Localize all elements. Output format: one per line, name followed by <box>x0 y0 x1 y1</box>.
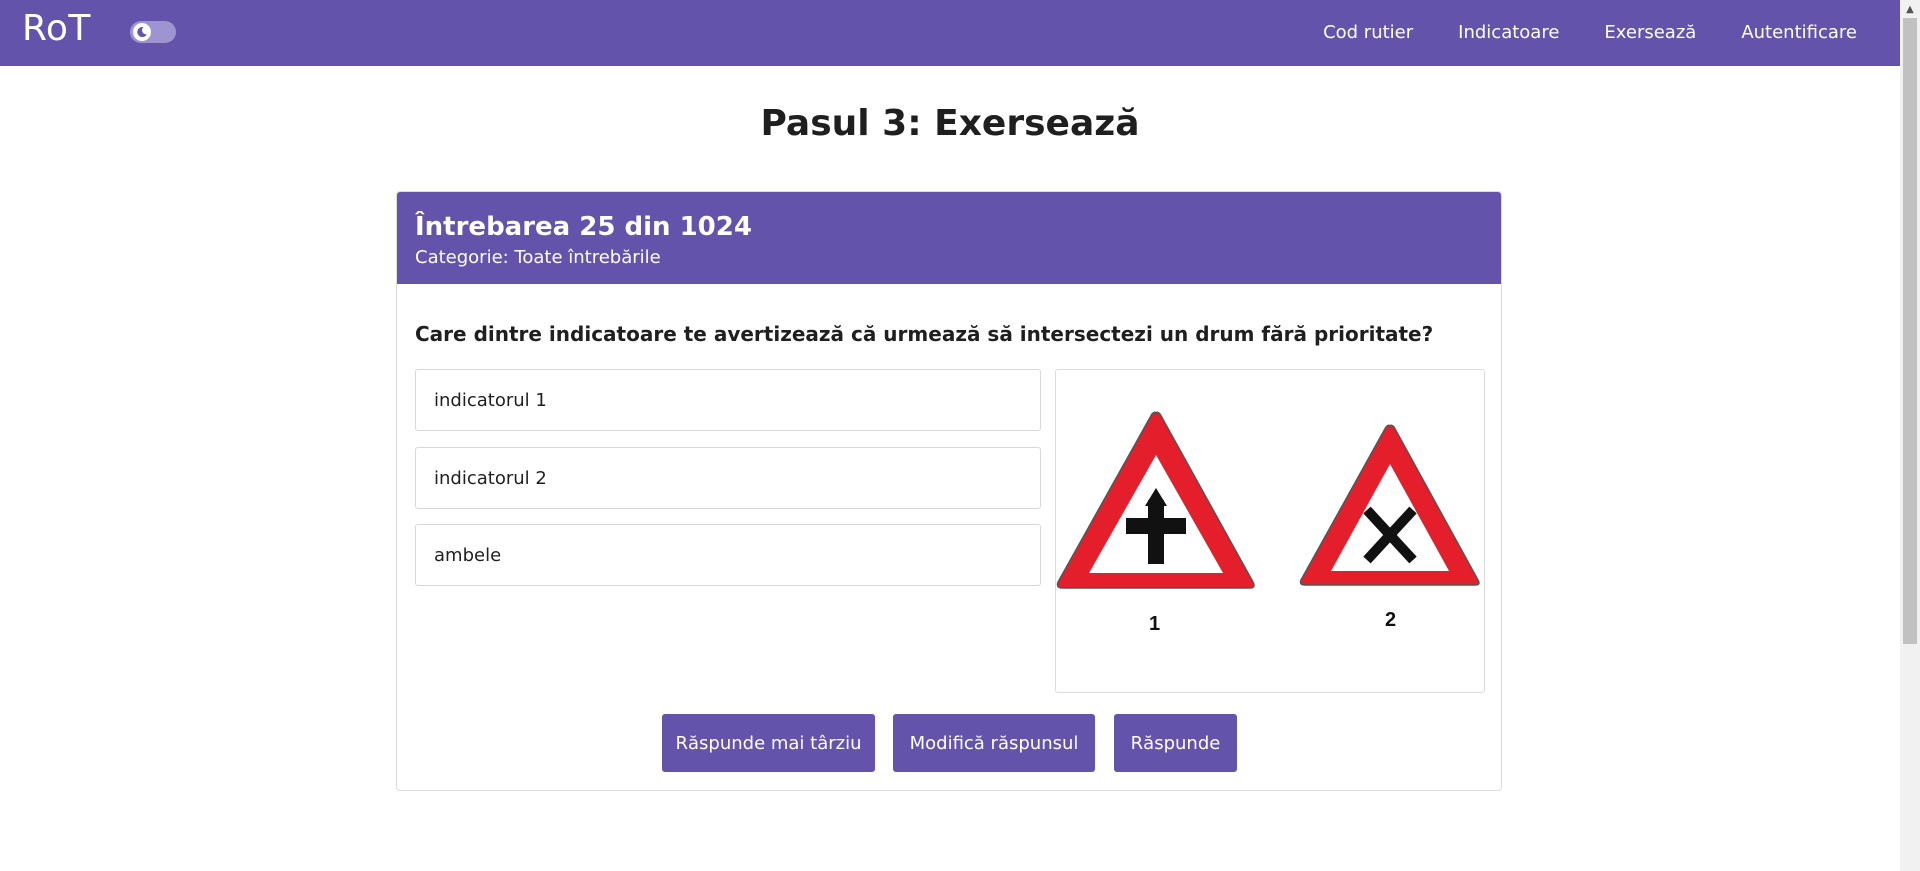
answer-button[interactable]: Răspunde <box>1114 714 1237 772</box>
question-card-header: Întrebarea 25 din 1024 Categorie: Toate … <box>397 192 1501 284</box>
nav-link-cod-rutier[interactable]: Cod rutier <box>1323 22 1413 43</box>
nav-link-indicatoare[interactable]: Indicatoare <box>1458 22 1559 43</box>
answer-option-1[interactable]: indicatorul 1 <box>415 369 1041 431</box>
sign-label-2: 2 <box>1385 609 1397 631</box>
question-counter: Întrebarea 25 din 1024 <box>415 212 752 242</box>
nav-link-autentificare[interactable]: Autentificare <box>1741 22 1857 43</box>
sign-label-1: 1 <box>1149 613 1161 635</box>
question-text: Care dintre indicatoare te avertizează c… <box>415 322 1434 346</box>
page-title: Pasul 3: Exersează <box>760 103 1140 144</box>
vertical-scrollbar[interactable]: ▲ <box>1900 0 1920 871</box>
question-image: 1 2 <box>1055 369 1485 693</box>
brand-logo[interactable]: RoT <box>22 8 91 49</box>
modify-answer-button[interactable]: Modifică răspunsul <box>893 714 1095 772</box>
moon-icon <box>133 23 151 41</box>
answer-later-button[interactable]: Răspunde mai târziu <box>662 714 875 772</box>
navbar: RoT Cod rutier Indicatoare Exersează Aut… <box>0 0 1900 66</box>
question-category: Categorie: Toate întrebările <box>415 247 661 268</box>
scroll-up-arrow-icon[interactable]: ▲ <box>1900 0 1920 18</box>
scrollbar-thumb[interactable] <box>1903 18 1917 644</box>
priority-road-warning-sign <box>1056 411 1255 589</box>
nav-link-exerseaza[interactable]: Exersează <box>1604 22 1696 43</box>
question-card: Întrebarea 25 din 1024 Categorie: Toate … <box>396 191 1502 791</box>
intersection-warning-sign <box>1299 424 1480 586</box>
theme-toggle[interactable] <box>130 21 176 43</box>
nav-links: Cod rutier Indicatoare Exersează Autenti… <box>1323 0 1857 64</box>
answer-option-3[interactable]: ambele <box>415 524 1041 586</box>
answer-option-2[interactable]: indicatorul 2 <box>415 447 1041 509</box>
